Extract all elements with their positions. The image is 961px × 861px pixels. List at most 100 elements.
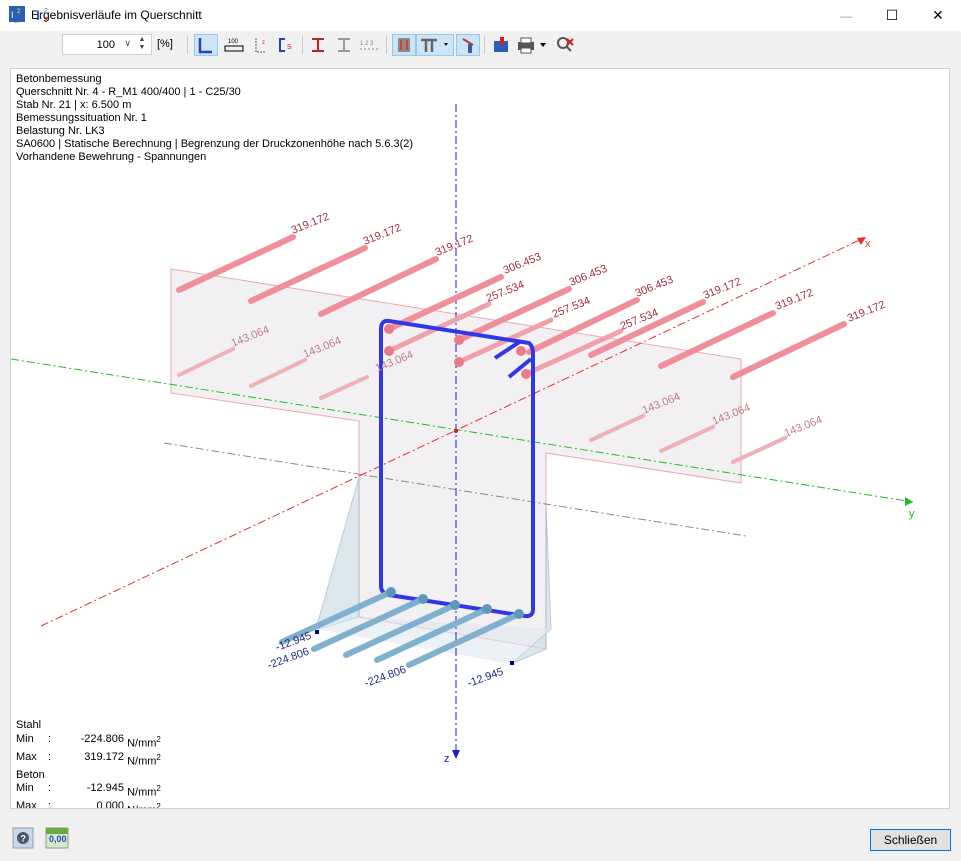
reinforcement-results-button[interactable]: I2 3 (31, 3, 55, 25)
svg-text:S: S (287, 44, 292, 51)
svg-text:2: 2 (44, 8, 48, 15)
help-icon: ? (12, 827, 34, 849)
compression-label: -224.806 (363, 664, 408, 690)
y-axis-arrow (905, 497, 913, 506)
svg-text:I: I (11, 10, 14, 20)
section-results-button[interactable]: I2 (5, 3, 29, 25)
dimension-100-icon: 100 (224, 39, 244, 52)
concrete-title: Beton (16, 768, 45, 781)
result-summary: Stahl Min: -224.806 N/mm2 Max: 319.172 N… (16, 719, 161, 809)
chevron-down-icon[interactable]: ∨ (124, 38, 131, 49)
svg-text:I: I (36, 7, 40, 23)
concrete-max-value: 0.000 (96, 800, 124, 809)
svg-text:100: 100 (228, 39, 239, 45)
export-button[interactable] (489, 34, 513, 56)
toolbar-separator (187, 36, 188, 54)
minimize-button[interactable]: — (823, 0, 869, 31)
result-canvas[interactable]: x y z 319.172 319.172 319.172 306.453 30… (10, 68, 950, 809)
maximize-icon: ☐ (885, 7, 899, 23)
bottom-bar (0, 812, 961, 861)
decimals-label: 0,00 (49, 834, 67, 844)
export-icon (494, 37, 508, 52)
show-rebar-button[interactable] (392, 34, 416, 56)
spinner-icon[interactable]: ▲ ▼ (135, 36, 149, 52)
zoom-combobox[interactable]: 100 ∨ ▲ ▼ (62, 34, 152, 55)
concrete-stress-left (315, 476, 360, 630)
tee-section-button[interactable] (416, 34, 454, 56)
section-view-icon (198, 38, 212, 54)
numbering-button[interactable]: 1 2 3 (358, 34, 382, 56)
maximize-button[interactable]: ☐ (869, 0, 915, 31)
numbering-icon: 1 2 3 (360, 41, 380, 50)
y-axis-label: y (909, 508, 915, 520)
show-rebar-icon (398, 38, 410, 52)
decimals-button[interactable]: 0,00 (45, 827, 69, 849)
help-button[interactable]: ? (11, 827, 35, 849)
tension-label: 319.172 (434, 233, 475, 259)
tension-label: 306.453 (568, 263, 609, 289)
beam-button[interactable] (306, 34, 330, 56)
info-line: Bemessungssituation Nr. 1 (16, 112, 147, 124)
cut-button[interactable] (456, 34, 480, 56)
tension-label: 319.172 (290, 211, 331, 237)
dimension-button[interactable]: 100 (222, 34, 246, 56)
concrete-min-value: -12.945 (86, 782, 124, 795)
z-axis-label: z (444, 753, 450, 765)
tension-label: 306.453 (502, 251, 543, 277)
svg-text:1 2 3: 1 2 3 (360, 41, 374, 47)
section-diagram: x y z 319.172 319.172 319.172 306.453 30… (11, 104, 915, 765)
svg-text:z: z (262, 40, 265, 46)
reset-view-button[interactable] (553, 34, 577, 56)
section-results-icon: I2 (9, 6, 25, 22)
close-button[interactable]: Schließen (870, 829, 951, 851)
steel-min-row: Min: -224.806 N/mm2 (16, 732, 161, 750)
toolbar-separator (484, 36, 485, 54)
tension-label: 306.453 (634, 274, 675, 300)
close-icon: ✕ (932, 7, 944, 23)
tension-label: 319.172 (362, 222, 403, 248)
stress-points-button[interactable]: z (250, 34, 274, 56)
result-header: Betonbemessung Querschnitt Nr. 4 - R_M1 … (16, 73, 413, 164)
zoom-value: 100 (96, 39, 115, 51)
frame-icon: S (279, 38, 292, 52)
x-axis-label: x (865, 238, 871, 250)
close-window-button[interactable]: ✕ (915, 0, 961, 31)
print-button[interactable] (514, 34, 550, 56)
info-line: Belastung Nr. LK3 (16, 125, 105, 137)
concrete-min-row: Min: -12.945 N/mm2 (16, 782, 161, 799)
window-title: Ergebnisverläufe im Querschnitt (31, 8, 202, 22)
info-line: SA0600 | Statische Berechnung | Begrenzu… (16, 138, 414, 150)
minimize-icon: — (840, 8, 852, 23)
steel-min-value: -224.806 (80, 732, 124, 745)
tee-section-icon (421, 38, 448, 52)
reinforcement-results-icon: I 2 3 (36, 7, 48, 24)
beam-gray-button[interactable] (332, 34, 356, 56)
info-line: Stab Nr. 21 | x: 6.500 m (16, 99, 132, 111)
tension-bar (730, 321, 847, 380)
toolbar-separator (302, 36, 303, 54)
z-axis-arrow (452, 750, 460, 759)
zoom-unit: [%] (157, 38, 173, 50)
svg-text:3: 3 (44, 17, 48, 24)
steel-max-value: 319.172 (84, 750, 124, 763)
toolbar-separator (386, 36, 387, 54)
tension-label: 143.064 (783, 414, 824, 440)
info-line: Betonbemessung (16, 73, 102, 85)
beam-gray-icon (338, 38, 350, 52)
concrete-max-row: Max: 0.000 N/mm2 (16, 800, 161, 809)
info-line: Vorhandene Bewehrung - Spannungen (16, 151, 207, 163)
section-view-button[interactable] (194, 34, 218, 56)
tension-label: 257.534 (551, 295, 592, 321)
steel-max-row: Max: 319.172 N/mm2 (16, 750, 161, 768)
tension-label: 319.172 (774, 287, 815, 313)
svg-text:?: ? (21, 834, 27, 844)
info-line: Querschnitt Nr. 4 - R_M1 400/400 | 1 - C… (16, 86, 241, 98)
tension-label: 319.172 (846, 299, 887, 325)
frame-button[interactable]: S (274, 34, 298, 56)
compression-label: -12.945 (466, 666, 505, 690)
steel-title: Stahl (16, 719, 42, 731)
title-bar: Ergebnisverläufe im Querschnitt — ☐ ✕ (0, 0, 961, 32)
stress-points-icon: z (255, 38, 266, 53)
cut-icon (462, 38, 474, 53)
origin-point (454, 429, 458, 433)
